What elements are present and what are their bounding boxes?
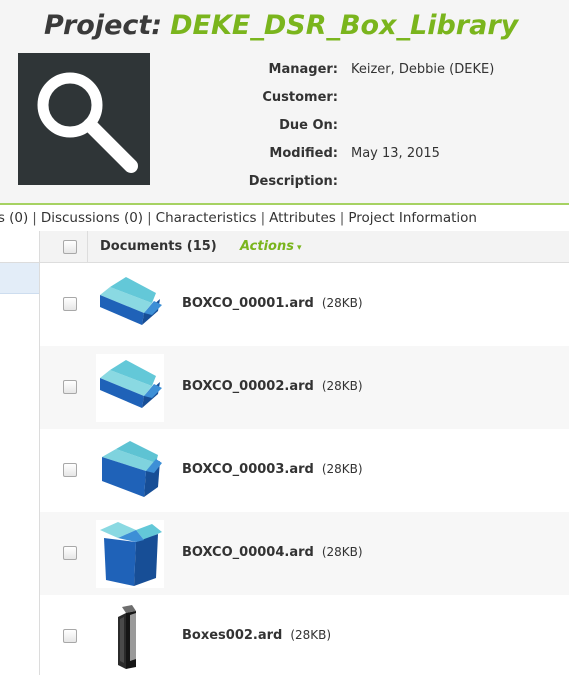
actions-label: Actions <box>240 239 294 254</box>
manager-value: Keizer, Debbie (DEKE) <box>351 61 495 77</box>
document-size: (28KB) <box>321 296 363 310</box>
tab-separator: | <box>32 210 37 226</box>
box-thumbnail-icon <box>100 277 162 325</box>
document-name: BOXCO_00002.ard <box>182 379 314 394</box>
tab-characteristics[interactable]: Characteristics <box>156 210 257 226</box>
meta-manager: Manager: Keizer, Debbie (DEKE) <box>200 55 495 83</box>
project-search-icon <box>18 53 150 185</box>
document-size: (28KB) <box>321 379 363 393</box>
page-title: Project: DEKE_DSR_Box_Library <box>44 10 518 41</box>
document-checkbox[interactable] <box>63 629 77 643</box>
documents-header: Documents (15) Actions ▾ <box>40 231 569 263</box>
document-size: (28KB) <box>290 628 332 642</box>
document-checkbox[interactable] <box>63 463 77 477</box>
document-name: Boxes002.ard <box>182 628 283 643</box>
box-thumbnail-icon <box>100 360 162 408</box>
document-name: BOXCO_00003.ard <box>182 462 314 477</box>
customer-label: Customer: <box>262 89 338 105</box>
tab-project-information[interactable]: Project Information <box>348 210 477 226</box>
document-size: (28KB) <box>321 545 363 559</box>
description-label: Description: <box>248 173 338 189</box>
document-row: BOXCO_00001.ard (28KB) <box>40 263 569 346</box>
document-row: BOXCO_00004.ard (28KB) <box>40 512 569 595</box>
meta-modified: Modified: May 13, 2015 <box>200 139 494 167</box>
actions-menu[interactable]: Actions ▾ <box>240 239 302 254</box>
document-name: BOXCO_00001.ard <box>182 296 314 311</box>
document-thumbnail[interactable] <box>96 437 164 505</box>
project-meta: Manager: Keizer, Debbie (DEKE) Customer:… <box>200 55 495 195</box>
project-title-label: Project: <box>44 10 163 41</box>
meta-customer: Customer: <box>200 83 494 111</box>
tab-separator: | <box>260 210 266 226</box>
document-size: (28KB) <box>321 462 363 476</box>
tube-thumbnail-icon <box>118 605 136 669</box>
document-checkbox[interactable] <box>63 546 77 560</box>
chevron-down-icon: ▾ <box>296 243 302 253</box>
document-row: Boxes002.ard (28KB) <box>40 595 569 678</box>
document-link[interactable]: BOXCO_00003.ard (28KB) <box>182 462 363 477</box>
document-link[interactable]: Boxes002.ard (28KB) <box>182 628 331 643</box>
box-thumbnail-icon <box>102 441 162 497</box>
header-column-divider <box>87 231 88 262</box>
document-thumbnail[interactable] <box>96 520 164 588</box>
document-checkbox[interactable] <box>63 297 77 311</box>
project-tabs: ks (0)|Discussions (0)|Characteristics|A… <box>0 206 569 230</box>
project-name: DEKE_DSR_Box_Library <box>170 10 519 41</box>
document-link[interactable]: BOXCO_00002.ard (28KB) <box>182 379 363 394</box>
document-name: BOXCO_00004.ard <box>182 545 314 560</box>
select-all-checkbox[interactable] <box>63 240 77 254</box>
tab-separator: | <box>147 210 152 226</box>
document-link[interactable]: BOXCO_00001.ard (28KB) <box>182 296 363 311</box>
document-thumbnail[interactable] <box>96 271 164 339</box>
document-row: BOXCO_00003.ard (28KB) <box>40 429 569 512</box>
meta-due-on: Due On: <box>200 111 494 139</box>
manager-label: Manager: <box>268 61 338 77</box>
box-thumbnail-icon <box>100 522 162 586</box>
tab-separator: | <box>339 210 345 226</box>
due-on-label: Due On: <box>279 117 338 133</box>
folder-tree-panel <box>0 231 40 675</box>
document-thumbnail[interactable] <box>96 603 164 671</box>
meta-description: Description: <box>200 167 494 195</box>
header-divider <box>0 203 569 205</box>
document-link[interactable]: BOXCO_00004.ard (28KB) <box>182 545 363 560</box>
tab-discussions[interactable]: Discussions (0) <box>41 210 143 226</box>
search-icon <box>37 72 138 173</box>
tab-tasks[interactable]: ks (0) <box>0 210 28 226</box>
documents-count-title: Documents (15) <box>100 239 217 254</box>
folder-tree-selected-item[interactable] <box>0 263 39 294</box>
document-checkbox[interactable] <box>63 380 77 394</box>
modified-label: Modified: <box>269 145 338 161</box>
modified-value: May 13, 2015 <box>351 145 440 161</box>
document-thumbnail[interactable] <box>96 354 164 422</box>
project-header: Project: DEKE_DSR_Box_Library Manager: Ke… <box>0 0 569 203</box>
documents-panel: Documents (15) Actions ▾ BOXCO_00001.ard (… <box>40 231 569 675</box>
folder-tree-header <box>0 231 39 263</box>
document-row: BOXCO_00002.ard (28KB) <box>40 346 569 429</box>
tab-attributes[interactable]: Attributes <box>269 210 336 226</box>
